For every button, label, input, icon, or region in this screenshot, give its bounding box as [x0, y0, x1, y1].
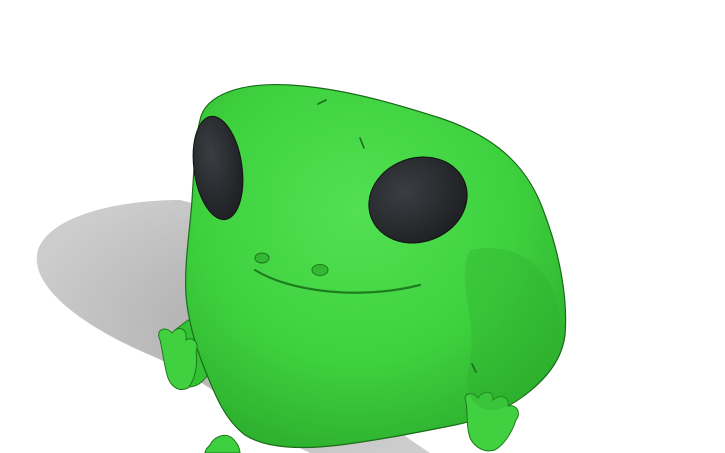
frog-bottom-toes [204, 434, 241, 453]
frog-left-nostril [254, 252, 270, 264]
frog-right-nostril [311, 264, 329, 276]
model-viewport[interactable] [0, 0, 725, 453]
model-canvas[interactable] [0, 0, 725, 453]
